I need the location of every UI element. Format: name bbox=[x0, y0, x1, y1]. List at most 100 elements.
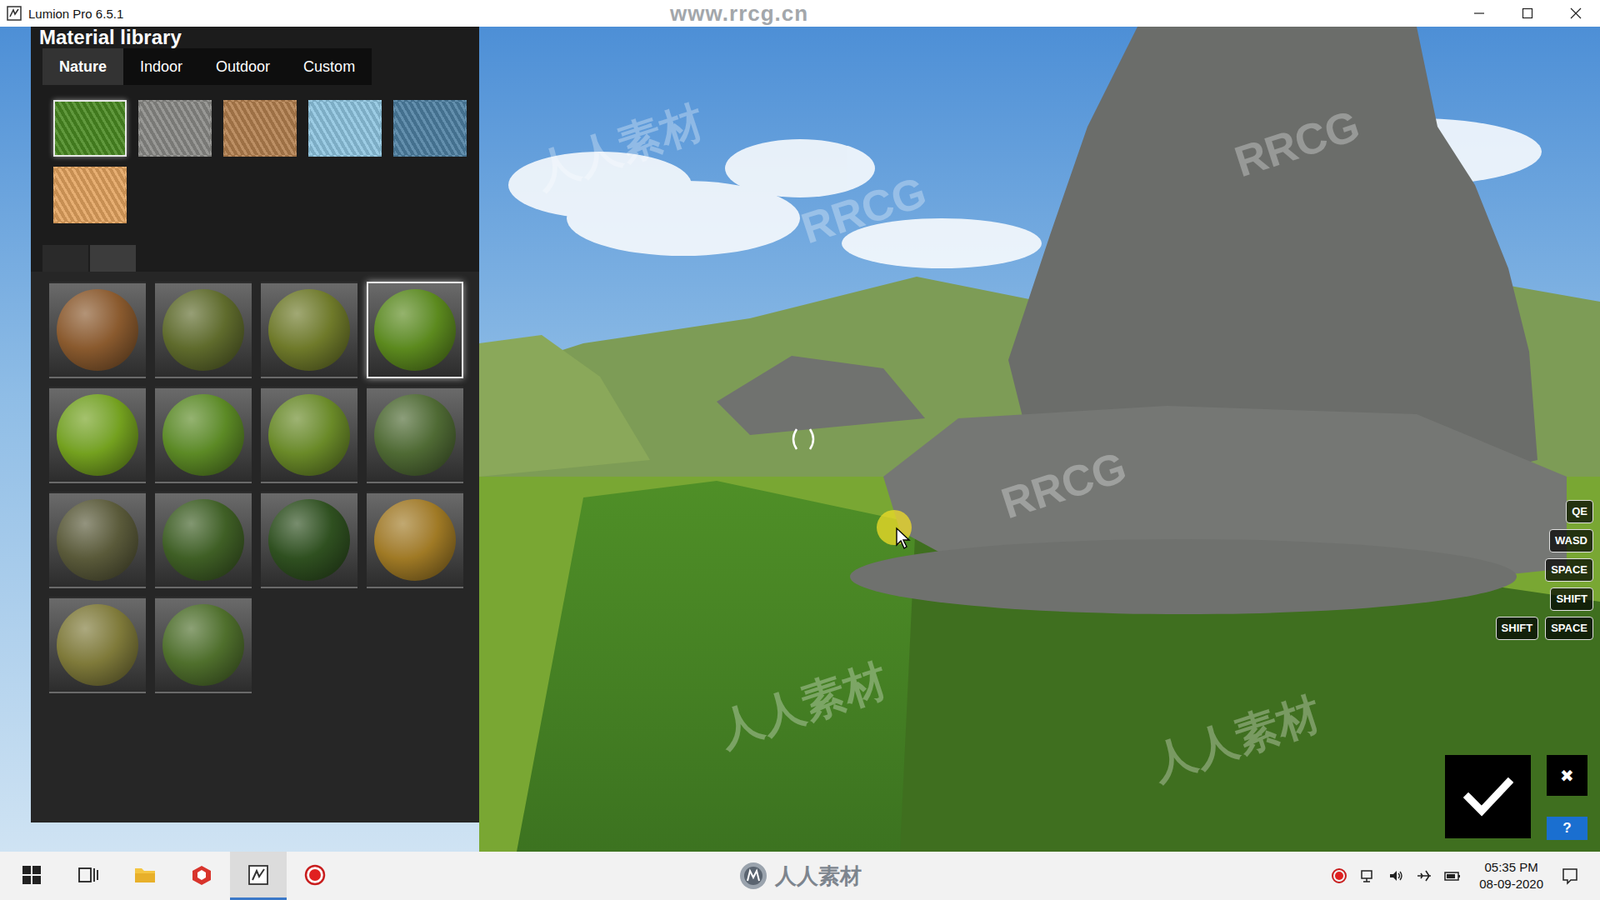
material-sphere bbox=[56, 499, 139, 581]
material-thumbnail[interactable] bbox=[155, 596, 252, 694]
tray-item[interactable] bbox=[1385, 867, 1406, 885]
material-thumbnail[interactable] bbox=[49, 491, 146, 589]
watermark: RRCG bbox=[795, 166, 932, 254]
notification-button[interactable] bbox=[1560, 866, 1580, 885]
category-swatch[interactable] bbox=[53, 166, 127, 224]
sketchup-icon bbox=[190, 864, 213, 886]
minimize-button[interactable] bbox=[1455, 0, 1504, 27]
watermark: 人人素材 bbox=[711, 651, 895, 761]
clock-time: 05:35 PM bbox=[1485, 859, 1539, 876]
key-row: SHIFT bbox=[1550, 587, 1594, 611]
airplane-icon bbox=[1415, 867, 1433, 885]
material-thumbnail[interactable] bbox=[366, 491, 464, 589]
material-sphere bbox=[374, 289, 456, 371]
key-row: SPACE bbox=[1545, 558, 1594, 582]
sub-tab[interactable] bbox=[90, 245, 136, 272]
taskbar-apps bbox=[0, 851, 739, 900]
windows-icon bbox=[21, 865, 42, 885]
materials-area bbox=[30, 271, 480, 823]
sub-tab[interactable] bbox=[42, 245, 89, 272]
material-thumbnail[interactable] bbox=[155, 281, 252, 379]
material-sphere bbox=[268, 499, 350, 581]
cancel-button[interactable]: ✖ bbox=[1546, 755, 1588, 796]
panel-title: Material library bbox=[30, 26, 480, 49]
category-swatch[interactable] bbox=[223, 100, 297, 157]
taskbar-app[interactable] bbox=[173, 851, 230, 900]
key-hint: SPACE bbox=[1545, 558, 1594, 582]
key-row: WASD bbox=[1549, 529, 1594, 553]
taskbar-app[interactable] bbox=[60, 851, 117, 900]
tray-item[interactable] bbox=[1442, 867, 1463, 885]
watermark: RRCG bbox=[995, 441, 1132, 529]
library-tab[interactable]: Custom bbox=[286, 48, 372, 85]
taskbar: 人人素材 05:35 PM08-09-2020 bbox=[0, 851, 1600, 900]
library-tab[interactable]: Outdoor bbox=[199, 48, 287, 85]
battery-icon bbox=[1443, 867, 1462, 885]
tray-item[interactable] bbox=[1357, 867, 1378, 885]
folder-icon bbox=[133, 865, 157, 885]
category-swatch[interactable] bbox=[53, 100, 127, 157]
close-button[interactable] bbox=[1551, 0, 1600, 27]
key-hint: WASD bbox=[1549, 529, 1594, 553]
key-row: QE bbox=[1565, 500, 1594, 524]
window-controls bbox=[1455, 0, 1600, 27]
key-hints: QEWASDSPACESHIFTSHIFTSPACE bbox=[1495, 500, 1594, 640]
material-thumbnail[interactable] bbox=[260, 386, 358, 484]
material-thumbnail[interactable] bbox=[49, 281, 146, 379]
library-tab[interactable]: Nature bbox=[42, 48, 124, 85]
taskbar-app[interactable] bbox=[286, 851, 344, 900]
key-hint: QE bbox=[1565, 500, 1594, 524]
key-hint: SHIFT bbox=[1550, 587, 1594, 611]
material-sphere bbox=[268, 289, 350, 371]
record-icon bbox=[1330, 867, 1348, 885]
material-thumbnail[interactable] bbox=[366, 386, 464, 484]
watermark: RRCG bbox=[1228, 100, 1365, 187]
taskbar-logo: 人人素材 bbox=[738, 860, 862, 891]
material-thumbnail[interactable] bbox=[49, 596, 146, 694]
lumion-app-icon bbox=[6, 5, 22, 21]
material-grid bbox=[49, 281, 480, 694]
statue bbox=[850, 26, 1567, 615]
help-button[interactable]: ? bbox=[1546, 816, 1588, 840]
tray-item[interactable] bbox=[1329, 867, 1350, 885]
system-tray: 05:35 PM08-09-2020 bbox=[861, 859, 1600, 893]
checkmark-icon bbox=[1463, 775, 1514, 818]
material-sphere bbox=[162, 394, 245, 476]
maximize-button[interactable] bbox=[1503, 0, 1552, 27]
category-grid bbox=[53, 100, 480, 224]
material-sphere bbox=[374, 499, 456, 581]
material-sphere bbox=[162, 289, 245, 371]
material-thumbnail[interactable] bbox=[49, 386, 146, 484]
title-bar: Lumion Pro 6.5.1www.rrcg.cn bbox=[0, 0, 1600, 27]
network-icon bbox=[1359, 867, 1376, 885]
material-thumbnail[interactable] bbox=[260, 281, 358, 379]
crosshair-icon bbox=[788, 426, 819, 452]
clock[interactable]: 05:35 PM08-09-2020 bbox=[1470, 859, 1552, 893]
key-hint: SHIFT bbox=[1495, 616, 1540, 640]
material-sphere bbox=[162, 604, 245, 686]
key-hint: SPACE bbox=[1545, 616, 1594, 640]
material-thumbnail[interactable] bbox=[260, 491, 358, 589]
key-row: SHIFTSPACE bbox=[1495, 616, 1594, 640]
material-sphere bbox=[162, 499, 245, 581]
recorder-icon bbox=[304, 864, 326, 886]
taskbar-app[interactable] bbox=[3, 851, 60, 900]
volume-icon bbox=[1387, 867, 1405, 885]
material-sphere bbox=[56, 604, 139, 686]
category-swatch[interactable] bbox=[393, 100, 467, 157]
rrcg-logo-icon bbox=[738, 860, 769, 891]
watermark: 人人素材 bbox=[528, 93, 711, 203]
material-thumbnail[interactable] bbox=[155, 491, 252, 589]
category-swatch[interactable] bbox=[308, 100, 382, 157]
tray-item[interactable] bbox=[1414, 867, 1435, 885]
library-tab[interactable]: Indoor bbox=[123, 48, 200, 85]
watermark-url: www.rrcg.cn bbox=[670, 0, 809, 27]
confirm-button[interactable] bbox=[1445, 755, 1531, 839]
taskbar-app[interactable] bbox=[116, 851, 174, 900]
taskbar-app[interactable] bbox=[230, 851, 287, 900]
library-tabs: NatureIndoorOutdoorCustom bbox=[42, 48, 372, 85]
material-thumbnail[interactable] bbox=[155, 386, 252, 484]
lumion-icon bbox=[247, 864, 270, 886]
material-thumbnail[interactable] bbox=[366, 281, 464, 379]
category-swatch[interactable] bbox=[138, 100, 212, 157]
